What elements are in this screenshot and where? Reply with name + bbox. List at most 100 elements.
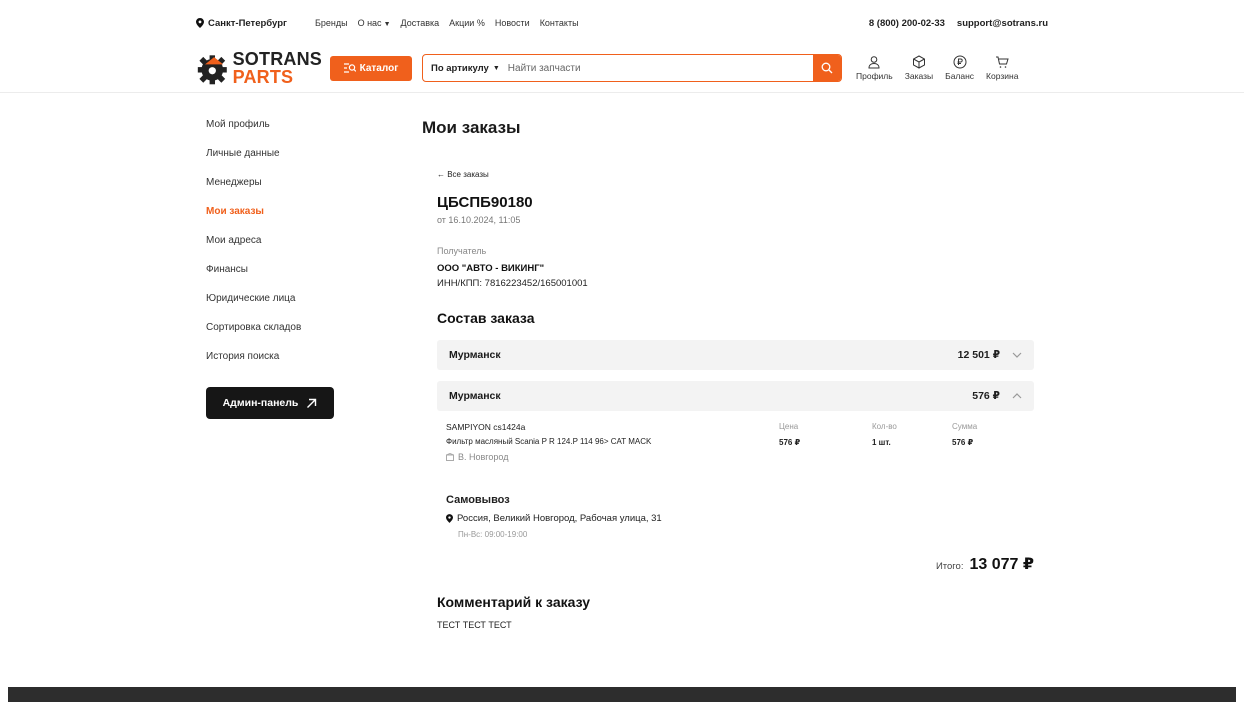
item-name[interactable]: Фильтр масляный Scania P R 124.P 114 96>… — [446, 437, 651, 446]
nav-news[interactable]: Новости — [495, 18, 530, 28]
qty-value: 1 шт. — [872, 438, 891, 447]
chevron-down-icon — [1012, 352, 1022, 358]
cart-label: Корзина — [986, 71, 1019, 81]
sidebar-item-search-history[interactable]: История поиска — [206, 350, 346, 379]
price-header: Цена — [779, 422, 799, 431]
warehouse-row-collapsed[interactable]: Мурманск 12 501 ₽ — [437, 340, 1034, 370]
footer — [8, 687, 1236, 702]
sum-column: Сумма 576 ₽ — [952, 422, 977, 447]
page-title: Мои заказы — [422, 118, 521, 137]
search-bar: По артикулу ▼ — [422, 54, 842, 82]
warehouse-name: Мурманск — [449, 390, 501, 402]
cart-icon — [996, 56, 1009, 68]
caret-down-icon: ▼ — [492, 64, 500, 72]
recipient-name: ООО "АВТО - ВИКИНГ" — [437, 263, 545, 274]
balance-label: Баланс — [945, 71, 975, 81]
warehouse-name: Мурманск — [449, 349, 501, 361]
comment-text: ТЕСТ ТЕСТ ТЕСТ — [437, 620, 512, 630]
orders-link[interactable]: Заказы — [905, 55, 933, 81]
cart-link[interactable]: Корзина — [986, 55, 1018, 81]
chevron-up-icon — [1012, 393, 1022, 399]
nav-about[interactable]: О нас ▼ — [358, 18, 391, 28]
main-content: Мои заказы ← Все заказы ЦБСПБ90180 от 16… — [422, 118, 1034, 630]
logo-gear-icon — [197, 55, 227, 85]
qty-column: Кол-во 1 шт. — [872, 422, 897, 447]
phone-link[interactable]: 8 (800) 200-02-33 — [869, 18, 945, 29]
top-bar: Санкт-Петербург Бренды О нас ▼ Доставка А… — [196, 14, 1048, 32]
ruble-coin-icon — [953, 55, 967, 69]
total-label: Итого: — [935, 561, 964, 572]
recipient-label: Получатель — [437, 246, 487, 256]
item-city: В. Новгород — [446, 452, 508, 462]
sidebar-item-profile[interactable]: Мой профиль — [206, 118, 346, 147]
search-type-label: По артикулу — [431, 62, 489, 74]
sidebar-item-legal-entities[interactable]: Юридические лица — [206, 292, 346, 321]
pickup-title: Самовывоз — [446, 494, 510, 506]
price-value: 576 ₽ — [779, 438, 801, 447]
logo-text-parts: PARTS — [232, 67, 294, 87]
sidebar-item-addresses[interactable]: Мои адреса — [206, 234, 346, 263]
admin-panel-label: Админ-панель — [222, 397, 299, 409]
pickup-address-label: Россия, Великий Новгород, Рабочая улица,… — [457, 513, 662, 524]
catalog-button[interactable]: Каталог — [330, 55, 412, 81]
recipient-inn: ИНН/КПП: 7816223452/165001001 — [437, 278, 588, 289]
contacts: 8 (800) 200-02-33 support@sotrans.ru — [869, 18, 1048, 29]
user-icon — [868, 56, 880, 69]
header: SOTRANS PARTS Каталог По артикулу ▼ Проф… — [196, 46, 1048, 90]
nav-contacts[interactable]: Контакты — [540, 18, 579, 28]
price-column: Цена 576 ₽ — [779, 422, 800, 447]
sidebar-item-orders[interactable]: Мои заказы — [206, 205, 346, 234]
profile-label: Профиль — [856, 71, 893, 81]
nav-delivery[interactable]: Доставка — [401, 18, 440, 28]
total-value: 13 077 ₽ — [969, 556, 1034, 573]
profile-link[interactable]: Профиль — [856, 55, 893, 81]
warehouse-sum: 576 ₽ — [972, 390, 1000, 402]
order-date: от 16.10.2024, 11:05 — [437, 215, 521, 225]
warehouse-icon — [446, 453, 454, 461]
comment-title: Комментарий к заказу — [437, 594, 590, 610]
order-total: Итого: 13 077 ₽ — [936, 554, 1034, 574]
composition-title: Состав заказа — [437, 310, 535, 326]
catalog-menu-icon — [343, 63, 356, 73]
sum-header: Сумма — [952, 422, 978, 431]
all-orders-link[interactable]: ← Все заказы — [437, 170, 489, 179]
box-icon — [912, 55, 925, 69]
warehouse-sum: 12 501 ₽ — [957, 349, 1000, 361]
logo[interactable]: SOTRANS PARTS — [196, 48, 322, 88]
catalog-label: Каталог — [359, 62, 399, 74]
sidebar-item-managers[interactable]: Менеджеры — [206, 176, 346, 205]
location-pin-icon — [446, 514, 453, 523]
balance-link[interactable]: Баланс — [945, 55, 974, 81]
nav-promo-label: Акции — [449, 18, 475, 28]
nav-brands[interactable]: Бренды — [315, 18, 348, 28]
email-link[interactable]: support@sotrans.ru — [957, 18, 1048, 29]
search-button[interactable] — [813, 55, 841, 81]
profile-sidebar: Мой профиль Личные данные Менеджеры Мои … — [206, 118, 346, 419]
search-input[interactable] — [507, 55, 813, 81]
percent-icon: % — [476, 18, 485, 28]
top-nav: Бренды О нас ▼ Доставка Акции % Новости К… — [315, 18, 579, 28]
warehouse-row-expanded[interactable]: Мурманск 576 ₽ — [437, 381, 1034, 411]
nav-promo[interactable]: Акции % — [449, 18, 485, 28]
city-label: Санкт-Петербург — [208, 17, 287, 29]
header-icons: Профиль Заказы Баланс Корзина — [856, 55, 1018, 81]
pickup-hours: Пн-Вс: 09:00-19:00 — [458, 530, 528, 539]
search-icon — [821, 62, 833, 74]
pickup-address: Россия, Великий Новгород, Рабочая улица,… — [446, 513, 662, 524]
logo-text-sotrans: SOTRANS — [232, 49, 322, 69]
header-divider — [0, 92, 1244, 93]
sum-value: 576 ₽ — [952, 438, 974, 447]
location-pin-icon — [196, 18, 204, 28]
orders-label: Заказы — [904, 71, 934, 81]
arrow-up-right-icon — [307, 398, 317, 408]
item-brand-code: SAMPIYON cs1424a — [446, 422, 526, 432]
qty-header: Кол-во — [872, 422, 897, 431]
sidebar-item-warehouse-sorting[interactable]: Сортировка складов — [206, 321, 346, 350]
city-selector[interactable]: Санкт-Петербург — [196, 18, 287, 29]
order-number: ЦБСПБ90180 — [437, 194, 533, 211]
admin-panel-button[interactable]: Админ-панель — [206, 387, 334, 419]
nav-about-label: О нас — [357, 18, 382, 28]
search-type-dropdown[interactable]: По артикулу ▼ — [423, 63, 508, 74]
sidebar-item-personal-data[interactable]: Личные данные — [206, 147, 346, 176]
sidebar-item-finances[interactable]: Финансы — [206, 263, 346, 292]
